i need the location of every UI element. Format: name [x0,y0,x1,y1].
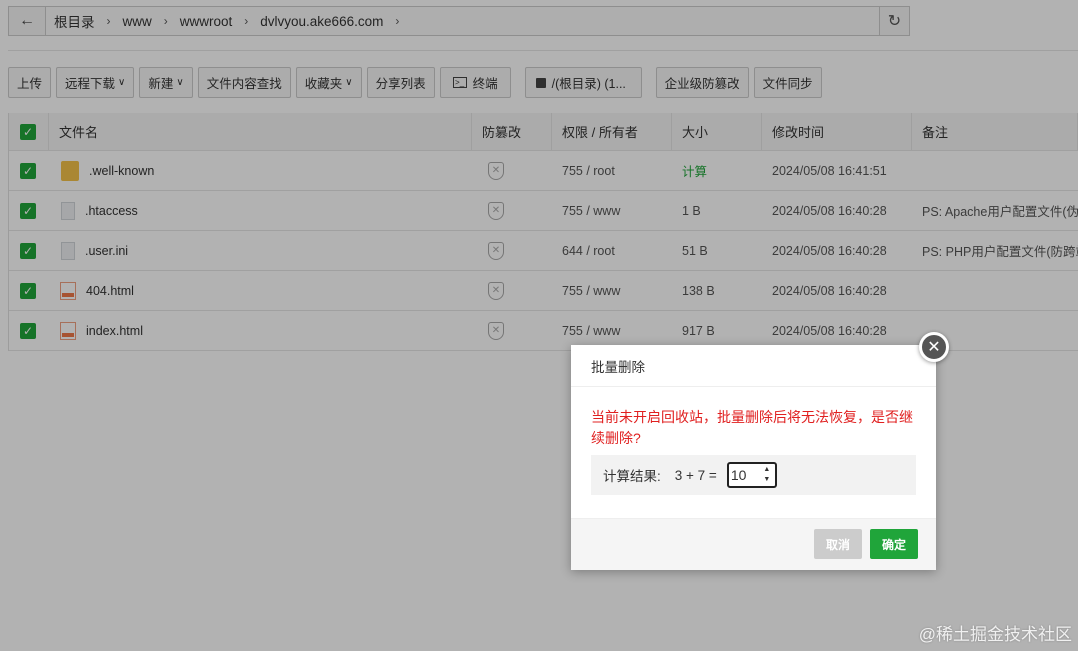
dialog-title: 批量删除 [571,345,936,387]
answer-value: 10 [730,467,747,483]
captcha-box: 计算结果: 3 + 7 = 10 ▲ ▼ [591,455,916,495]
close-dialog-button[interactable]: ✕ [919,332,949,362]
dialog-footer: 取消 确定 [571,518,936,570]
cancel-button[interactable]: 取消 [814,529,862,559]
stepper-up-icon[interactable]: ▲ [761,465,773,475]
stepper-down-icon[interactable]: ▼ [761,475,773,485]
calc-expression: 3 + 7 = [674,467,717,483]
delete-warning: 当前未开启回收站，批量删除后将无法恢复，是否继续删除? [591,409,913,446]
calc-label: 计算结果: [603,469,661,484]
answer-input[interactable]: 10 ▲ ▼ [726,462,777,488]
batch-delete-dialog: 批量删除 当前未开启回收站，批量删除后将无法恢复，是否继续删除? 计算结果: 3… [571,345,936,570]
watermark: @稀土掘金技术社区 [918,625,1072,644]
confirm-button[interactable]: 确定 [870,529,918,559]
number-stepper[interactable]: ▲ ▼ [761,465,773,485]
close-icon: ✕ [927,339,941,356]
